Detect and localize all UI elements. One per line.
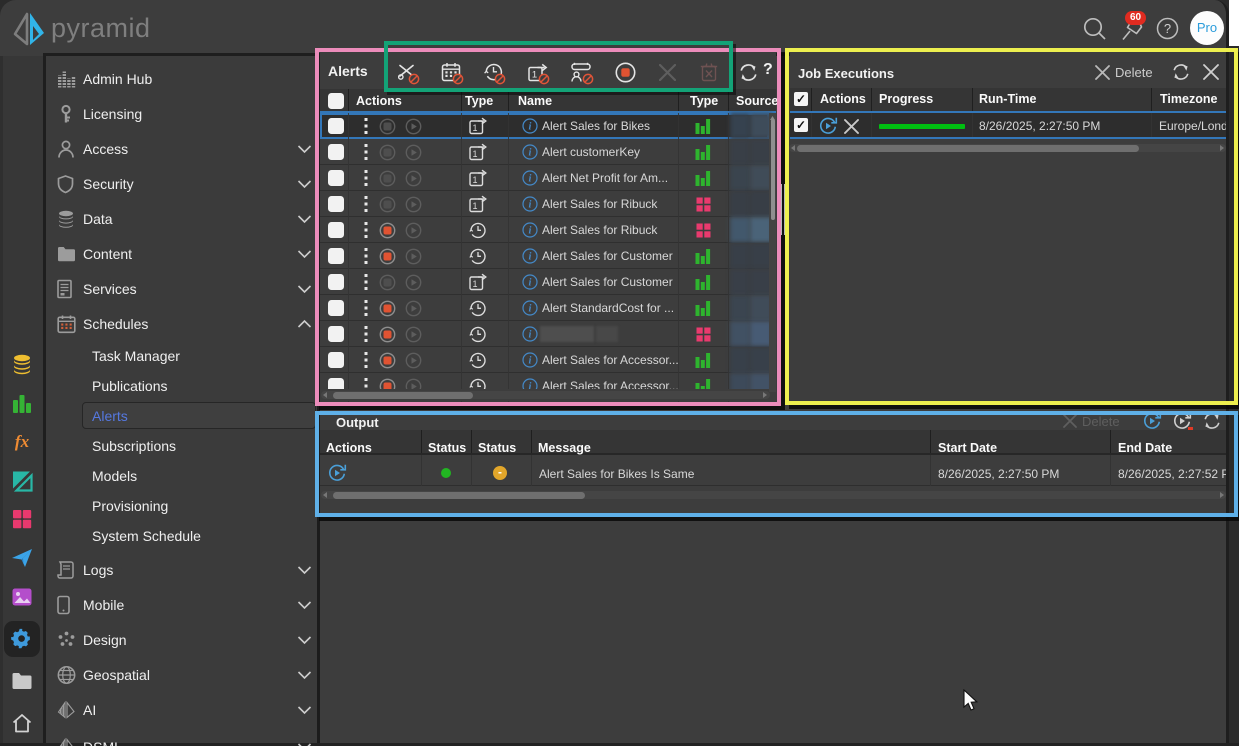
svg-text:?: ? (1164, 21, 1171, 36)
